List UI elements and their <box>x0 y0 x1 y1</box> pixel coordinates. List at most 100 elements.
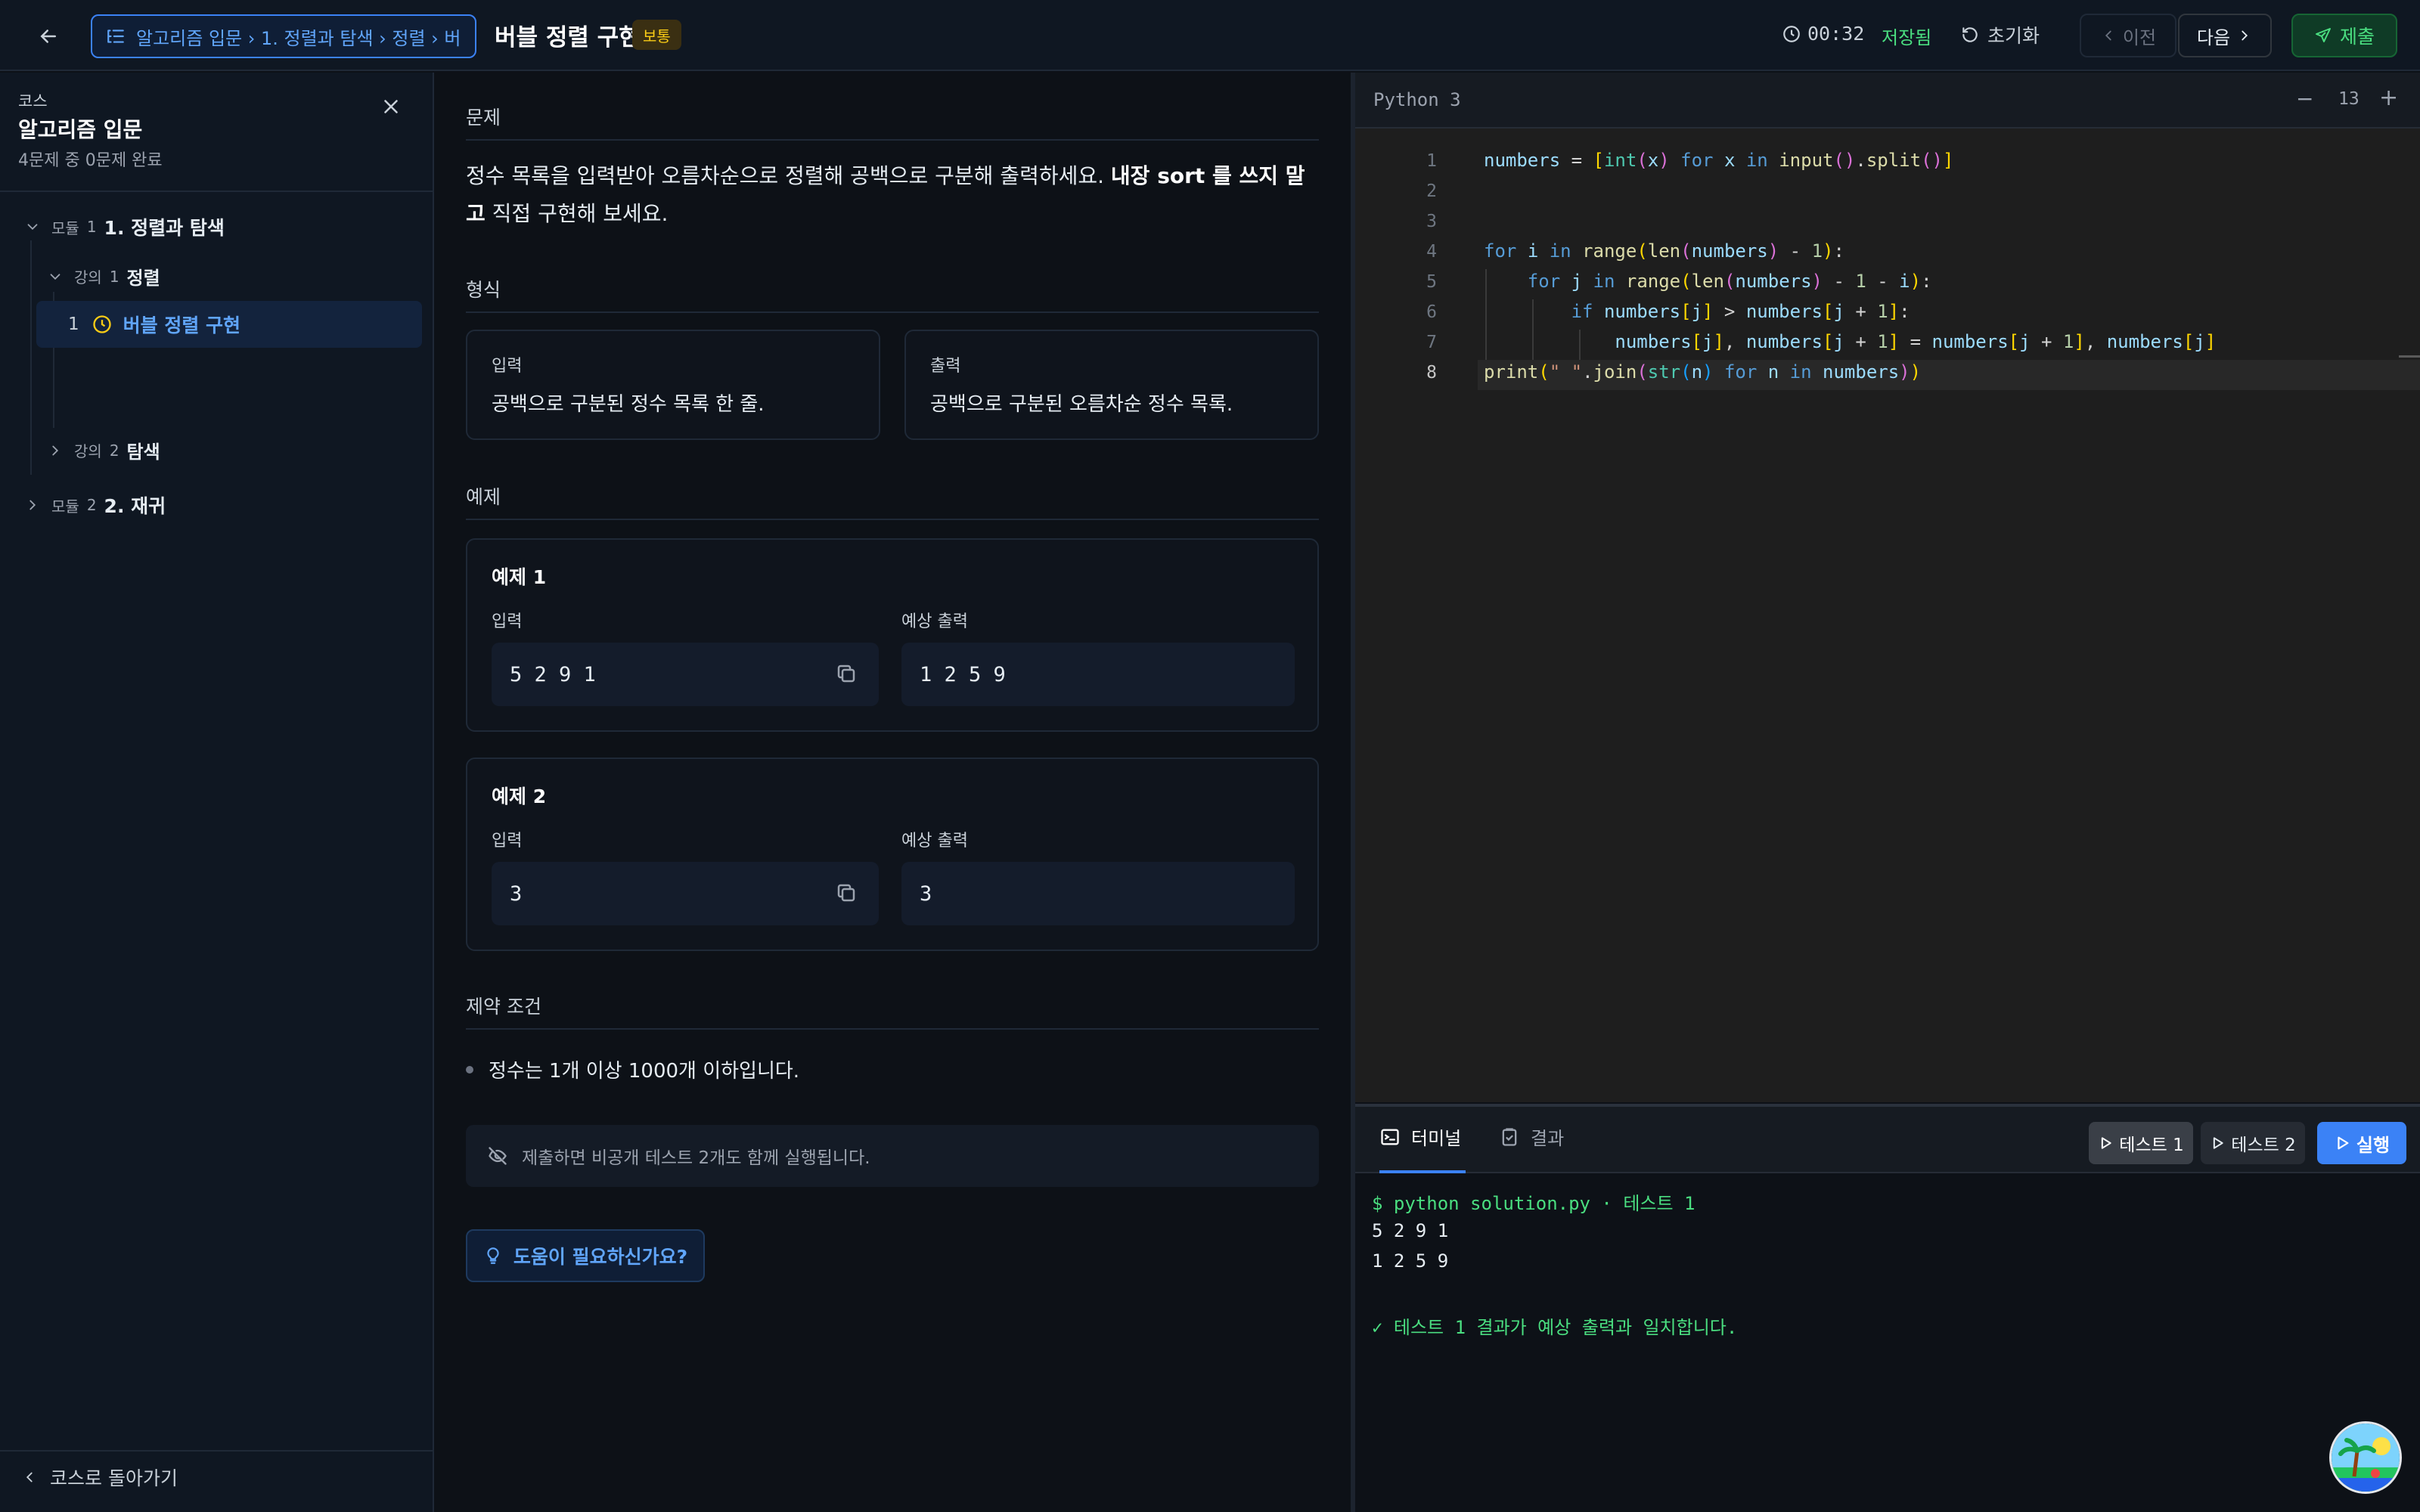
lesson-title: 탐색 <box>126 442 160 463</box>
submit-button[interactable]: 제출 <box>2291 14 2397 57</box>
example-input-value: 3 <box>510 881 523 906</box>
sidebar-footer-divider <box>0 1450 434 1452</box>
line-number: 7 <box>1426 333 1437 352</box>
module-number: 1 <box>86 218 97 236</box>
example-title: 예제 1 <box>492 566 547 588</box>
tab-results[interactable]: 결과 <box>1499 1123 1564 1150</box>
example-card: 예제 1 입력 예상 출력 5 2 9 1 1 2 5 9 <box>466 538 1319 732</box>
top-bar: 알고리즘 입문 › 1. 정렬과 탐색 › 정렬 › 버블 … 버블 정렬 구현… <box>0 0 2420 71</box>
eye-off-icon <box>489 1147 507 1165</box>
next-label: 다음 <box>2196 26 2231 48</box>
statement-text: 정수 목록을 입력받아 오름차순으로 정렬해 공백으로 구분해 출력하세요. <box>466 163 1111 188</box>
code-line-3: for i in range(len(numbers) - 1): <box>1484 240 1844 262</box>
chevron-down-icon <box>50 273 60 280</box>
test-1-label: 테스트 1 <box>2119 1136 2184 1155</box>
sidebar-lesson-1[interactable]: 강의 1 정렬 <box>47 263 160 290</box>
code-editor[interactable]: 1 2 3 4 5 6 7 8 numbers = [int(x) for x … <box>1355 129 2420 1102</box>
sidebar-module-2[interactable]: 모듈 2 2. 재귀 <box>24 491 166 519</box>
example-card: 예제 2 입력 예상 출력 3 3 <box>466 758 1319 951</box>
example-output-label: 예상 출력 <box>901 832 968 850</box>
reset-label: 초기화 <box>1987 25 2040 47</box>
timer: 00:32 <box>1782 23 1864 45</box>
back-to-course-link[interactable]: 코스로 돌아가기 <box>21 1464 178 1491</box>
example-input-box: 5 2 9 1 <box>492 643 879 706</box>
reset-button[interactable]: 초기화 <box>1960 21 2040 48</box>
copy-button[interactable] <box>835 662 858 685</box>
chevron-right-icon <box>2242 30 2248 41</box>
rotate-ccw-icon <box>1962 27 1978 42</box>
format-input-label: 입력 <box>492 357 523 376</box>
statement-tail: 직접 구현해 보세요. <box>485 201 669 226</box>
close-sidebar-button[interactable] <box>380 95 402 118</box>
zoom-in-button[interactable]: + <box>2379 85 2398 111</box>
help-button[interactable]: 도움이 필요하신가요? <box>466 1229 705 1282</box>
course-progress: 4문제 중 0문제 완료 <box>18 151 163 170</box>
section-format-heading: 형식 <box>466 279 501 301</box>
page-title: 버블 정렬 구현 <box>495 24 641 51</box>
hidden-tests-notice: 제출하면 비공개 테스트 2개도 함께 실행됩니다. <box>466 1125 1319 1187</box>
saved-status: 저장됨 <box>1882 27 1932 48</box>
example-input-box: 3 <box>492 862 879 925</box>
zoom-out-button[interactable]: − <box>2296 86 2313 111</box>
next-button[interactable]: 다음 <box>2178 14 2272 57</box>
format-input-card: 입력 공백으로 구분된 정수 목록 한 줄. <box>466 330 880 440</box>
section-problem-heading: 문제 <box>466 107 501 129</box>
code-line-4: for j in range(len(numbers) - 1 - i): <box>1527 271 1932 292</box>
back-to-course-label: 코스로 돌아가기 <box>50 1467 178 1489</box>
send-icon <box>2315 28 2331 42</box>
clock-icon <box>1783 25 1800 42</box>
run-label: 실행 <box>2356 1134 2391 1156</box>
chevron-right-icon <box>52 445 59 455</box>
run-button[interactable]: 실행 <box>2317 1122 2406 1164</box>
format-output-label: 출력 <box>930 357 961 376</box>
section-divider <box>466 139 1319 141</box>
sidebar-divider <box>0 191 434 192</box>
terminal-output: $ python solution.py · 테스트 1 5 2 9 1 1 2… <box>1355 1173 2420 1512</box>
module-number: 2 <box>86 496 97 514</box>
chevron-left-icon <box>26 1472 33 1483</box>
copy-button[interactable] <box>835 881 858 904</box>
problem-statement: 정수 목록을 입력받아 오름차순으로 정렬해 공백으로 구분해 출력하세요. 내… <box>466 157 1320 233</box>
breadcrumb-text: 알고리즘 입문 › 1. 정렬과 탐색 › 정렬 › 버블 … <box>136 27 461 49</box>
module-prefix: 모듈 <box>51 497 79 516</box>
prev-button[interactable]: 이전 <box>2080 14 2176 57</box>
avatar[interactable] <box>2329 1421 2402 1494</box>
constraint-item: 정수는 1개 이상 1000개 이하입니다. <box>466 1055 799 1083</box>
sidebar-module-1[interactable]: 모듈 1 1. 정렬과 탐색 <box>24 213 225 240</box>
code-line-1: numbers = [int(x) for x in input().split… <box>1484 150 1954 171</box>
copy-icon <box>837 665 855 683</box>
tab-results-label: 결과 <box>1531 1128 1565 1149</box>
line-number: 4 <box>1426 242 1437 262</box>
terminal-output-line: 1 2 5 9 <box>1372 1250 1449 1272</box>
notice-text: 제출하면 비공개 테스트 2개도 함께 실행됩니다. <box>522 1148 870 1168</box>
lesson-number: 1 <box>109 267 119 286</box>
tab-terminal[interactable]: 터미널 <box>1379 1123 1461 1150</box>
play-icon <box>2102 1137 2111 1149</box>
clipboard-check-icon <box>1502 1127 1517 1146</box>
problem-panel: 문제 정수 목록을 입력받아 오름차순으로 정렬해 공백으로 구분해 출력하세요… <box>436 73 1351 1512</box>
example-output-label: 예상 출력 <box>901 612 968 631</box>
course-sidebar: 코스 알고리즘 입문 4문제 중 0문제 완료 모듈 1 1. 정렬과 탐색 강… <box>0 73 434 1512</box>
sidebar-lesson-2[interactable]: 강의 2 탐색 <box>47 437 160 463</box>
line-number: 2 <box>1426 181 1437 201</box>
test-2-label: 테스트 2 <box>2231 1136 2296 1155</box>
line-gutter: 1 2 3 4 5 6 7 8 <box>1355 129 1446 1102</box>
line-number: 5 <box>1426 272 1437 292</box>
section-examples-heading: 예제 <box>466 486 501 508</box>
prev-label: 이전 <box>2122 26 2157 48</box>
terminal-result-message: ✓ 테스트 1 결과가 예상 출력과 일치합니다. <box>1372 1317 1738 1338</box>
test-2-button[interactable]: 테스트 2 <box>2201 1122 2305 1164</box>
example-output-value: 3 <box>920 881 932 906</box>
breadcrumb[interactable]: 알고리즘 입문 › 1. 정렬과 탐색 › 정렬 › 버블 … <box>91 14 476 58</box>
section-divider <box>466 311 1319 313</box>
sidebar-problem-1[interactable]: 1 버블 정렬 구현 <box>36 301 422 348</box>
test-1-button[interactable]: 테스트 1 <box>2089 1122 2193 1164</box>
code-line-6: numbers[j], numbers[j + 1] = numbers[j +… <box>1615 331 2217 352</box>
module-title: 1. 정렬과 탐색 <box>104 217 225 239</box>
format-output-text: 공백으로 구분된 오름차순 정수 목록. <box>930 393 1233 416</box>
section-divider <box>466 1028 1319 1030</box>
back-button[interactable] <box>30 20 67 53</box>
line-number-active: 8 <box>1426 363 1437 383</box>
close-icon <box>384 100 398 113</box>
line-number: 6 <box>1426 302 1437 322</box>
